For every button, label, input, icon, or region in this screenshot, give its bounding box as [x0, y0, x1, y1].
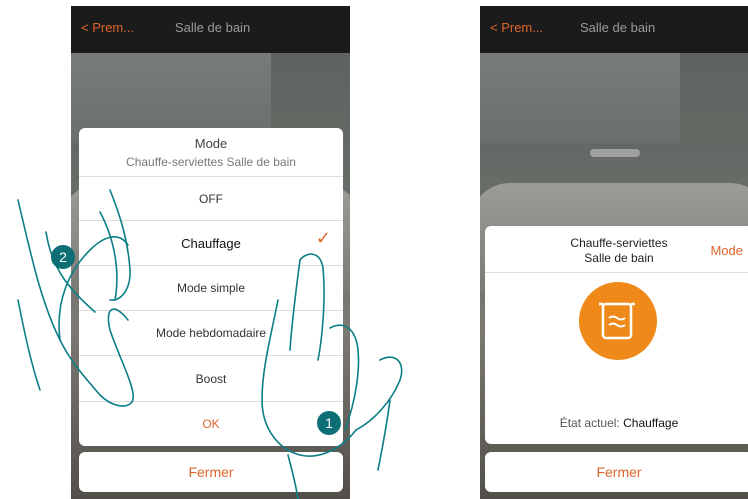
status-label: État actuel: — [559, 416, 620, 430]
close-button[interactable]: Fermer — [485, 452, 748, 492]
phone-screen-right: < Prem... Salle de bain Chauffe-serviett… — [480, 6, 748, 499]
close-button[interactable]: Fermer — [79, 452, 343, 492]
top-bar: < Prem... Salle de bain — [480, 6, 748, 53]
back-button[interactable]: < Prem... — [81, 20, 134, 35]
option-mode-hebdomadaire[interactable]: Mode hebdomadaire — [79, 326, 343, 340]
option-off[interactable]: OFF — [79, 192, 343, 206]
option-chauffage[interactable]: Chauffage — [79, 236, 343, 251]
ok-button[interactable]: OK — [79, 417, 343, 431]
device-card: Chauffe-serviettes Salle de bain Mode Ét… — [485, 226, 748, 444]
device-name-line2: Salle de bain — [584, 251, 654, 265]
option-mode-simple[interactable]: Mode simple — [79, 281, 343, 295]
page-title: Salle de bain — [580, 20, 656, 35]
checkmark-icon: ✓ — [315, 228, 331, 248]
device-name-line1: Chauffe-serviettes — [570, 236, 668, 250]
option-boost[interactable]: Boost — [79, 372, 343, 386]
towel-rail-icon[interactable] — [579, 282, 657, 360]
mode-link[interactable]: Mode — [710, 243, 743, 258]
page-title: Salle de bain — [175, 20, 251, 35]
status-value: Chauffage — [623, 416, 679, 430]
dialog-subheading: Chauffe-serviettes Salle de bain — [126, 155, 296, 169]
callout-badge-1: 1 — [317, 411, 341, 435]
callout-badge-2: 2 — [51, 245, 75, 269]
phone-screen-left: < Prem... Salle de bain Mode Chauffe-ser… — [71, 6, 350, 499]
top-bar: < Prem... Salle de bain — [71, 6, 350, 53]
mode-dialog: Mode Chauffe-serviettes Salle de bain OF… — [79, 128, 343, 446]
back-button[interactable]: < Prem... — [490, 20, 543, 35]
dialog-heading: Mode — [194, 136, 228, 151]
